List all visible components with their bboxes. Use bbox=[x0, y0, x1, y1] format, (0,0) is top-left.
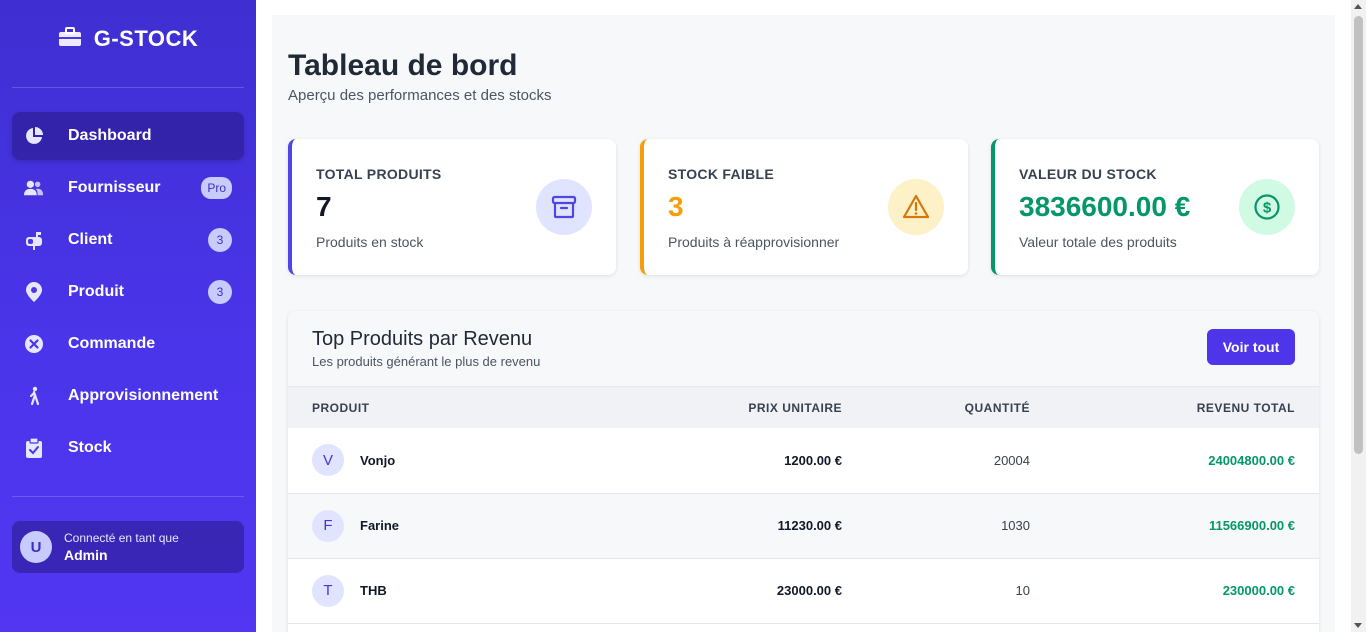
product-name: THB bbox=[360, 583, 387, 598]
count-badge: 3 bbox=[208, 228, 232, 252]
table-row[interactable]: F Farine 11230.00 € 1030 11566900.00 € bbox=[288, 493, 1319, 558]
pie-chart-icon bbox=[24, 126, 44, 146]
mailbox-icon bbox=[24, 230, 44, 250]
page-title: Tableau de bord bbox=[288, 49, 518, 82]
panel-subtitle: Les produits générant le plus de revenu bbox=[312, 354, 541, 369]
stat-value: 3 bbox=[668, 191, 684, 222]
sidebar-item-label: Client bbox=[68, 231, 113, 248]
total-revenue: 230000.00 € bbox=[1222, 583, 1295, 598]
sidebar-item-label: Approvisionnement bbox=[68, 387, 219, 404]
panel-header: Top Produits par Revenu Les produits gén… bbox=[288, 311, 1319, 387]
sidebar: G-STOCK Dashboard Fournisseur Pro Client… bbox=[0, 0, 256, 632]
user-info: Connecté en tant que Admin bbox=[64, 531, 179, 563]
sidebar-item-dashboard[interactable]: Dashboard bbox=[12, 112, 244, 160]
sidebar-item-label: Stock bbox=[68, 439, 112, 456]
top-products-table: PRODUIT PRIX UNITAIRE QUANTITÉ REVENU TO… bbox=[288, 387, 1319, 624]
product-avatar: V bbox=[312, 444, 344, 477]
stat-label: STOCK FAIBLE bbox=[668, 166, 775, 182]
column-header-total-revenue[interactable]: REVENU TOTAL bbox=[1054, 387, 1319, 428]
page-subtitle: Aperçu des performances et des stocks bbox=[288, 87, 552, 104]
top-products-panel: Top Produits par Revenu Les produits gén… bbox=[288, 311, 1319, 632]
quantity: 10 bbox=[1015, 583, 1030, 598]
total-revenue: 11566900.00 € bbox=[1208, 518, 1295, 533]
sidebar-item-stock[interactable]: Stock bbox=[12, 424, 244, 472]
dollar-circle-icon: $ bbox=[1239, 179, 1295, 235]
stat-card-stock-value: VALEUR DU STOCK 3836600.00 € Valeur tota… bbox=[991, 139, 1319, 275]
sidebar-divider-bottom bbox=[12, 496, 244, 497]
stat-description: Produits à réapprovisionner bbox=[668, 234, 840, 250]
count-badge: 3 bbox=[208, 280, 232, 304]
product-avatar: T bbox=[312, 574, 344, 607]
product-cell: T THB bbox=[312, 574, 622, 607]
table-row[interactable]: V Vonjo 1200.00 € 20004 24004800.00 € bbox=[288, 428, 1319, 493]
column-header-product[interactable]: PRODUIT bbox=[288, 387, 646, 428]
sidebar-item-label: Commande bbox=[68, 335, 156, 352]
view-all-button[interactable]: Voir tout bbox=[1207, 329, 1295, 365]
toolbox-icon bbox=[58, 26, 82, 52]
pro-badge: Pro bbox=[201, 177, 232, 199]
warning-triangle-icon bbox=[888, 179, 944, 235]
user-caption: Connecté en tant que bbox=[64, 531, 179, 545]
location-pin-icon bbox=[24, 282, 44, 302]
table-header-row: PRODUIT PRIX UNITAIRE QUANTITÉ REVENU TO… bbox=[288, 387, 1319, 428]
total-revenue: 24004800.00 € bbox=[1208, 452, 1295, 468]
sidebar-nav: Dashboard Fournisseur Pro Client 3 Produ… bbox=[12, 112, 244, 476]
brand-title: G-STOCK bbox=[93, 26, 199, 51]
users-icon bbox=[24, 178, 44, 198]
unit-price: 11230.00 € bbox=[777, 518, 842, 533]
clipboard-check-icon bbox=[24, 438, 44, 458]
column-header-unit-price[interactable]: PRIX UNITAIRE bbox=[646, 387, 866, 428]
sidebar-item-fournisseur[interactable]: Fournisseur Pro bbox=[12, 164, 244, 212]
column-header-quantity[interactable]: QUANTITÉ bbox=[866, 387, 1054, 428]
stat-label: VALEUR DU STOCK bbox=[1019, 166, 1157, 182]
sidebar-item-label: Produit bbox=[68, 283, 124, 300]
product-avatar: F bbox=[312, 509, 344, 542]
person-walking-icon bbox=[24, 386, 44, 406]
quantity: 20004 bbox=[993, 452, 1030, 468]
unit-price: 23000.00 € bbox=[776, 583, 842, 598]
app-root: G-STOCK Dashboard Fournisseur Pro Client… bbox=[0, 0, 1366, 632]
product-name: Vonjo bbox=[360, 452, 396, 468]
sidebar-item-commande[interactable]: Commande bbox=[12, 320, 244, 368]
product-cell: V Vonjo bbox=[312, 444, 622, 477]
x-circle-icon bbox=[24, 334, 44, 354]
stat-card-low-stock: STOCK FAIBLE 3 Produits à réapprovisionn… bbox=[640, 139, 968, 275]
scrollbar-thumb[interactable] bbox=[1354, 16, 1363, 454]
table-row[interactable]: T THB 23000.00 € 10 230000.00 € bbox=[288, 558, 1319, 623]
stat-description: Produits en stock bbox=[316, 234, 424, 250]
main-content: Tableau de bord Aperçu des performances … bbox=[272, 15, 1335, 632]
stat-value: 3836600.00 € bbox=[1019, 191, 1191, 222]
scroll-up-icon[interactable] bbox=[1354, 4, 1362, 9]
page-scrollbar[interactable] bbox=[1351, 0, 1366, 632]
stat-value: 7 bbox=[316, 191, 332, 222]
stat-label: TOTAL PRODUITS bbox=[316, 166, 442, 182]
sidebar-divider-top bbox=[12, 87, 244, 88]
brand[interactable]: G-STOCK bbox=[0, 26, 256, 52]
svg-text:$: $ bbox=[1263, 200, 1272, 217]
archive-box-icon bbox=[536, 179, 592, 235]
current-user[interactable]: U Connecté en tant que Admin bbox=[12, 521, 244, 573]
panel-title: Top Produits par Revenu bbox=[312, 328, 533, 350]
product-cell: F Farine bbox=[312, 509, 622, 542]
scroll-down-icon[interactable] bbox=[1354, 623, 1362, 628]
sidebar-item-produit[interactable]: Produit 3 bbox=[12, 268, 244, 316]
quantity: 1030 bbox=[1001, 518, 1030, 533]
stat-card-total-products: TOTAL PRODUITS 7 Produits en stock bbox=[288, 139, 616, 275]
sidebar-item-approvisionnement[interactable]: Approvisionnement bbox=[12, 372, 244, 420]
sidebar-item-label: Dashboard bbox=[68, 127, 152, 144]
sidebar-item-client[interactable]: Client 3 bbox=[12, 216, 244, 264]
sidebar-item-label: Fournisseur bbox=[68, 179, 161, 196]
product-name: Farine bbox=[360, 518, 400, 533]
unit-price: 1200.00 € bbox=[784, 452, 842, 468]
user-name: Admin bbox=[64, 547, 108, 563]
stat-description: Valeur totale des produits bbox=[1019, 234, 1177, 250]
avatar: U bbox=[20, 531, 52, 563]
